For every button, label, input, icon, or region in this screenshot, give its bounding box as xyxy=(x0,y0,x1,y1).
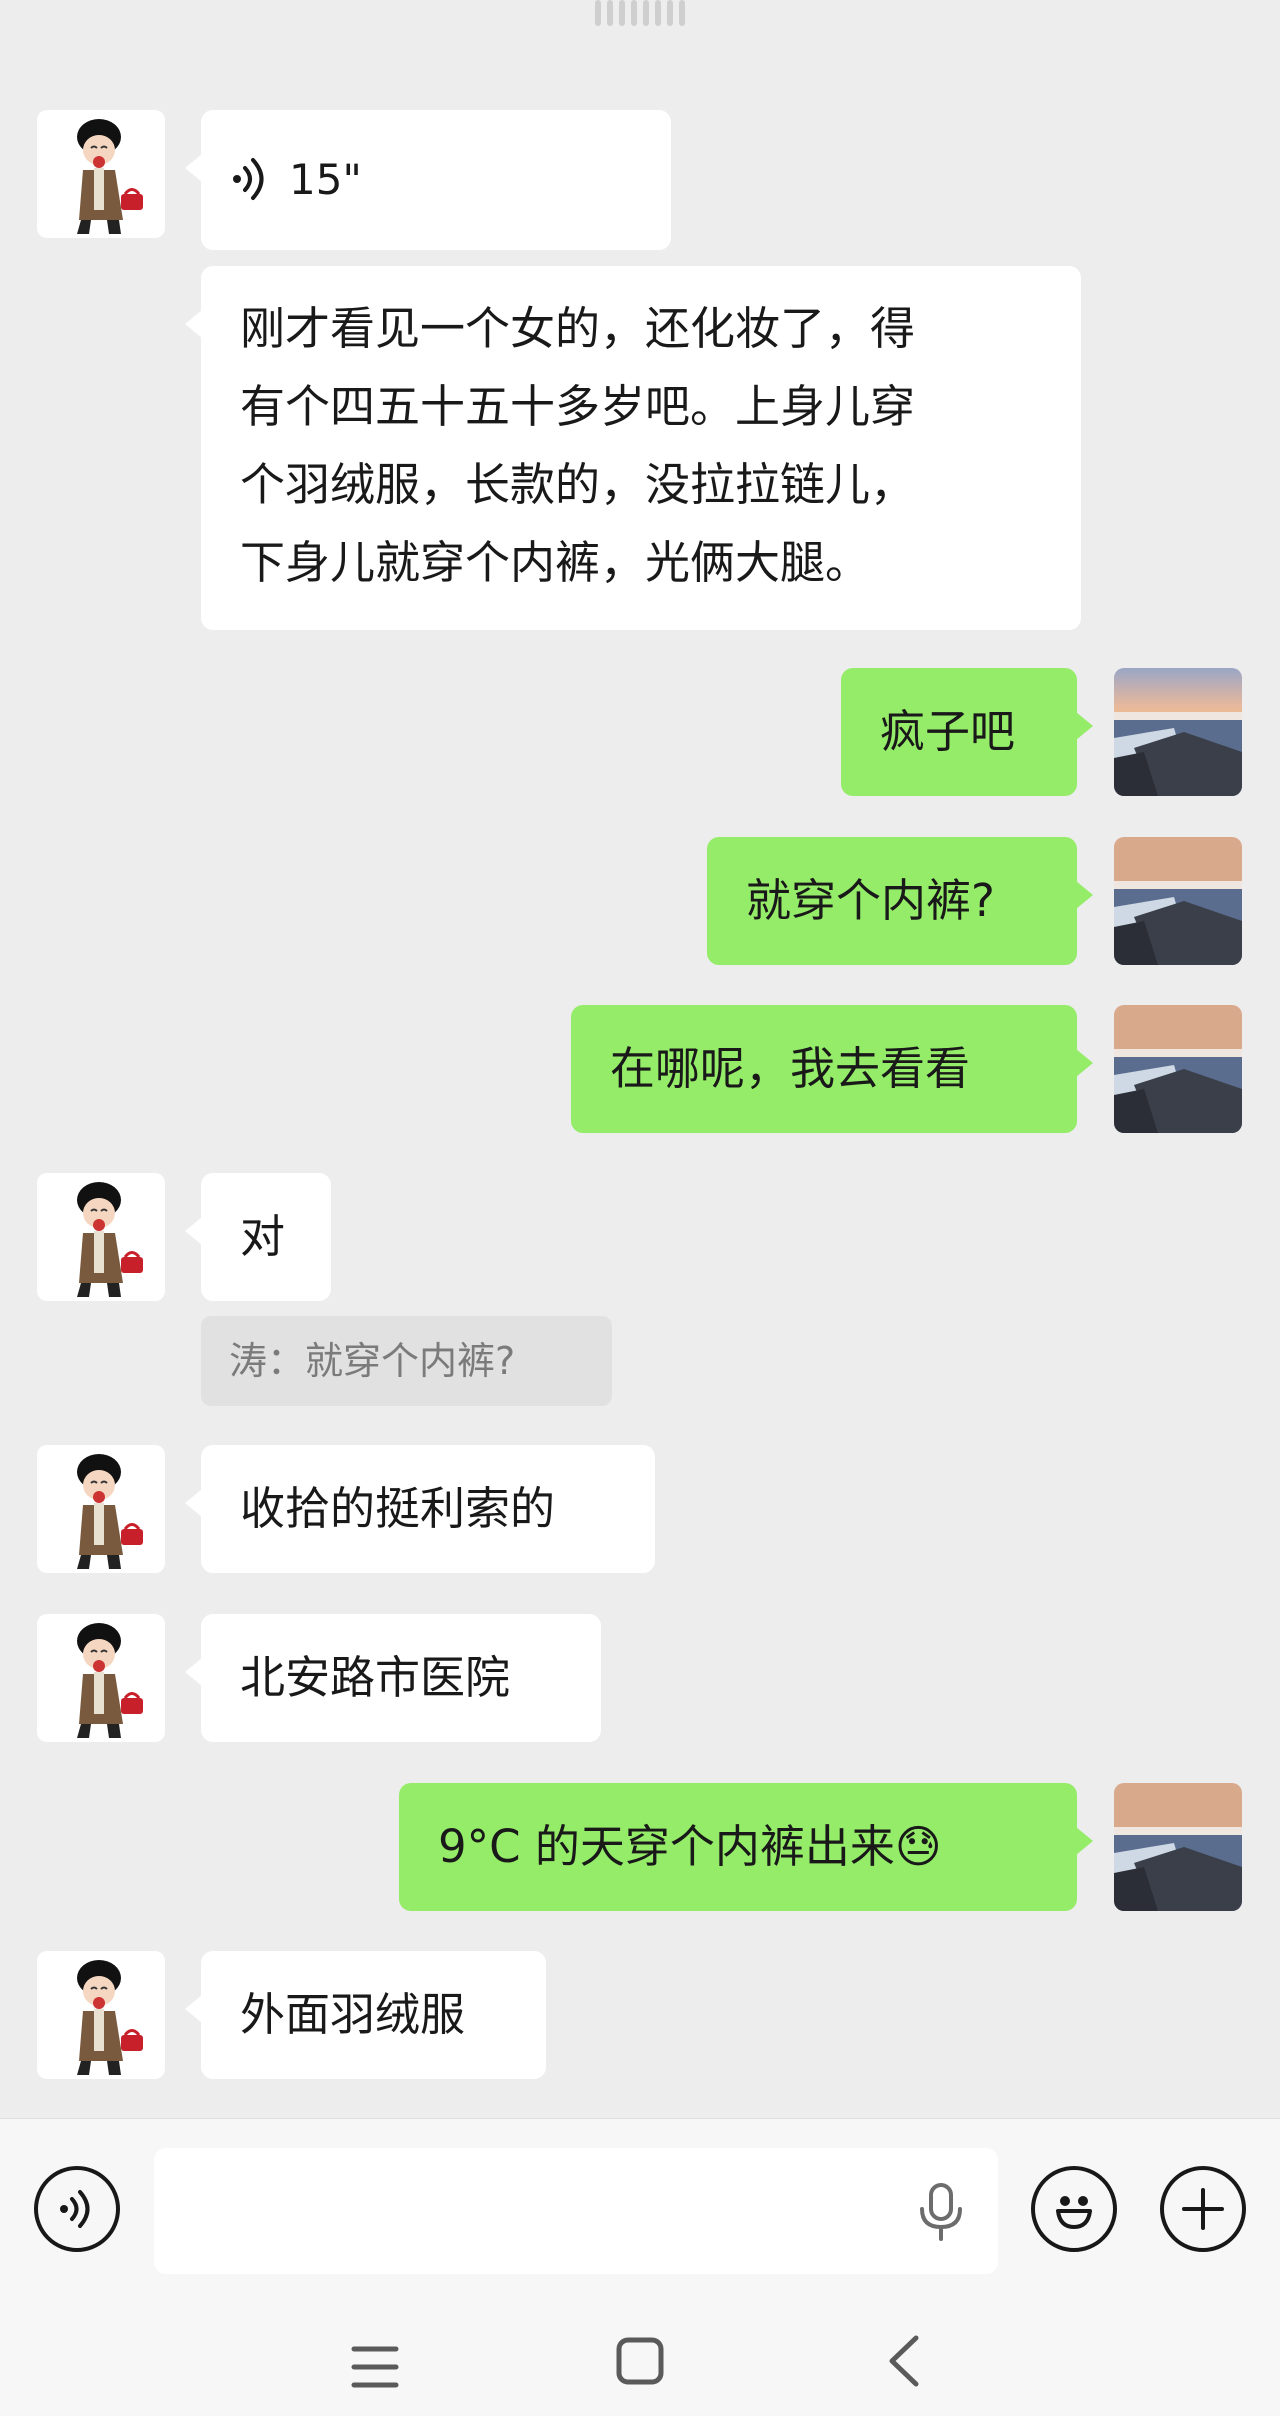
chat-area[interactable]: 15" 刚才看见一个女的，还化妆了，得 有个四五十五十多岁吧。上身儿穿 个羽绒服… xyxy=(0,0,1280,2118)
text-message[interactable]: 对 xyxy=(185,1173,331,1301)
system-nav-bar xyxy=(0,2298,1280,2416)
text-message[interactable]: 在哪呢，我去看看 xyxy=(571,1005,1093,1133)
text-message[interactable]: 9°C 的天穿个内裤出来😓 xyxy=(399,1783,1093,1911)
contact-avatar[interactable] xyxy=(37,1614,165,1742)
text-message[interactable]: 北安路市医院 xyxy=(185,1614,601,1742)
voice-message[interactable]: 15" xyxy=(185,110,671,250)
my-avatar[interactable] xyxy=(1114,1783,1242,1911)
plus-icon xyxy=(1182,2188,1224,2230)
back-icon[interactable] xyxy=(886,2334,922,2388)
home-icon[interactable] xyxy=(615,2336,665,2386)
microphone-icon[interactable] xyxy=(916,2181,966,2245)
text-message[interactable]: 外面羽绒服 xyxy=(185,1951,546,2079)
message-input[interactable] xyxy=(154,2148,998,2274)
emoji-icon xyxy=(1056,2196,1092,2229)
my-avatar[interactable] xyxy=(1114,1005,1242,1133)
voice-mode-button[interactable] xyxy=(34,2166,120,2252)
contact-avatar[interactable] xyxy=(37,1173,165,1301)
emoji-button[interactable] xyxy=(1031,2166,1117,2252)
menu-icon[interactable] xyxy=(350,2344,400,2390)
contact-avatar[interactable] xyxy=(37,1445,165,1573)
my-avatar[interactable] xyxy=(1114,837,1242,965)
voice-wave-icon xyxy=(233,158,264,200)
input-bar xyxy=(0,2118,1280,2299)
voice-mode-icon xyxy=(60,2190,90,2228)
voice-duration: 15" xyxy=(289,155,362,204)
text-message[interactable]: 疯子吧 xyxy=(841,668,1093,796)
text-message[interactable]: 刚才看见一个女的，还化妆了，得 有个四五十五十多岁吧。上身儿穿 个羽绒服，长款的… xyxy=(185,266,1081,630)
contact-avatar[interactable] xyxy=(37,110,165,238)
my-avatar[interactable] xyxy=(1114,668,1242,796)
more-button[interactable] xyxy=(1160,2166,1246,2252)
text-message[interactable]: 就穿个内裤? xyxy=(707,837,1093,965)
quoted-message[interactable]: 涛：就穿个内裤? xyxy=(201,1316,612,1406)
text-message[interactable]: 收拾的挺利索的 xyxy=(185,1445,655,1573)
contact-avatar[interactable] xyxy=(37,1951,165,2079)
